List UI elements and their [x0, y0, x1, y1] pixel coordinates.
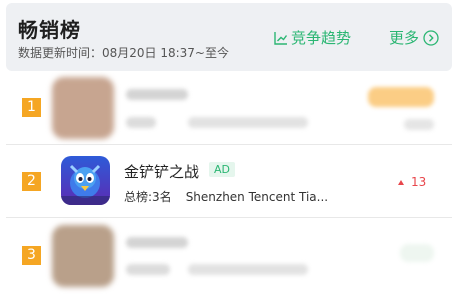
trend-chart-icon	[274, 31, 288, 45]
blurred-meta	[126, 264, 170, 275]
blurred-name	[126, 237, 188, 248]
list-item[interactable]: 3	[6, 220, 452, 292]
blurred-developer	[188, 117, 308, 128]
chart-header: 畅销榜 数据更新时间：08月20日 18:37~至今 竞争趋势 更多	[6, 3, 452, 71]
more-label: 更多	[389, 29, 420, 47]
chevron-right-circle-icon	[423, 29, 439, 46]
row-divider	[6, 144, 452, 145]
rank-badge: 1	[22, 98, 41, 117]
blurred-meta	[126, 117, 156, 128]
rank-change-value: 13	[411, 175, 427, 189]
ad-badge: AD	[209, 162, 235, 177]
list-item[interactable]: 2 金铲铲之战 AD 总榜:3名 Shenzhen Tencent Tia...	[6, 146, 452, 216]
rank-up-arrow-icon	[398, 179, 404, 185]
developer-name: Shenzhen Tencent Tia...	[185, 190, 329, 204]
blurred-app-icon	[52, 77, 114, 139]
blurred-badge	[368, 87, 434, 107]
game-app-icon[interactable]	[61, 156, 110, 205]
blurred-name	[126, 89, 188, 100]
app-name: 金铲铲之战	[124, 163, 200, 181]
blurred-badge	[400, 244, 434, 262]
rank-change: 13	[398, 175, 426, 189]
overall-rank: 总榜:3名	[124, 190, 172, 204]
blurred-change	[404, 119, 434, 130]
blurred-developer	[188, 264, 308, 275]
competition-trend-link[interactable]: 竞争趋势	[274, 27, 351, 48]
page-title: 畅销榜	[18, 18, 81, 42]
competition-trend-label: 竞争趋势	[291, 29, 352, 47]
update-time: 数据更新时间：08月20日 18:37~至今	[18, 46, 229, 60]
more-link[interactable]: 更多	[389, 27, 439, 48]
rank-badge: 2	[22, 172, 41, 191]
rank-badge: 3	[22, 246, 41, 265]
row-divider	[6, 217, 452, 218]
list-item[interactable]: 1	[6, 73, 452, 143]
app-meta: 总榜:3名 Shenzhen Tencent Tia...	[124, 188, 328, 205]
blurred-app-icon	[52, 225, 114, 287]
